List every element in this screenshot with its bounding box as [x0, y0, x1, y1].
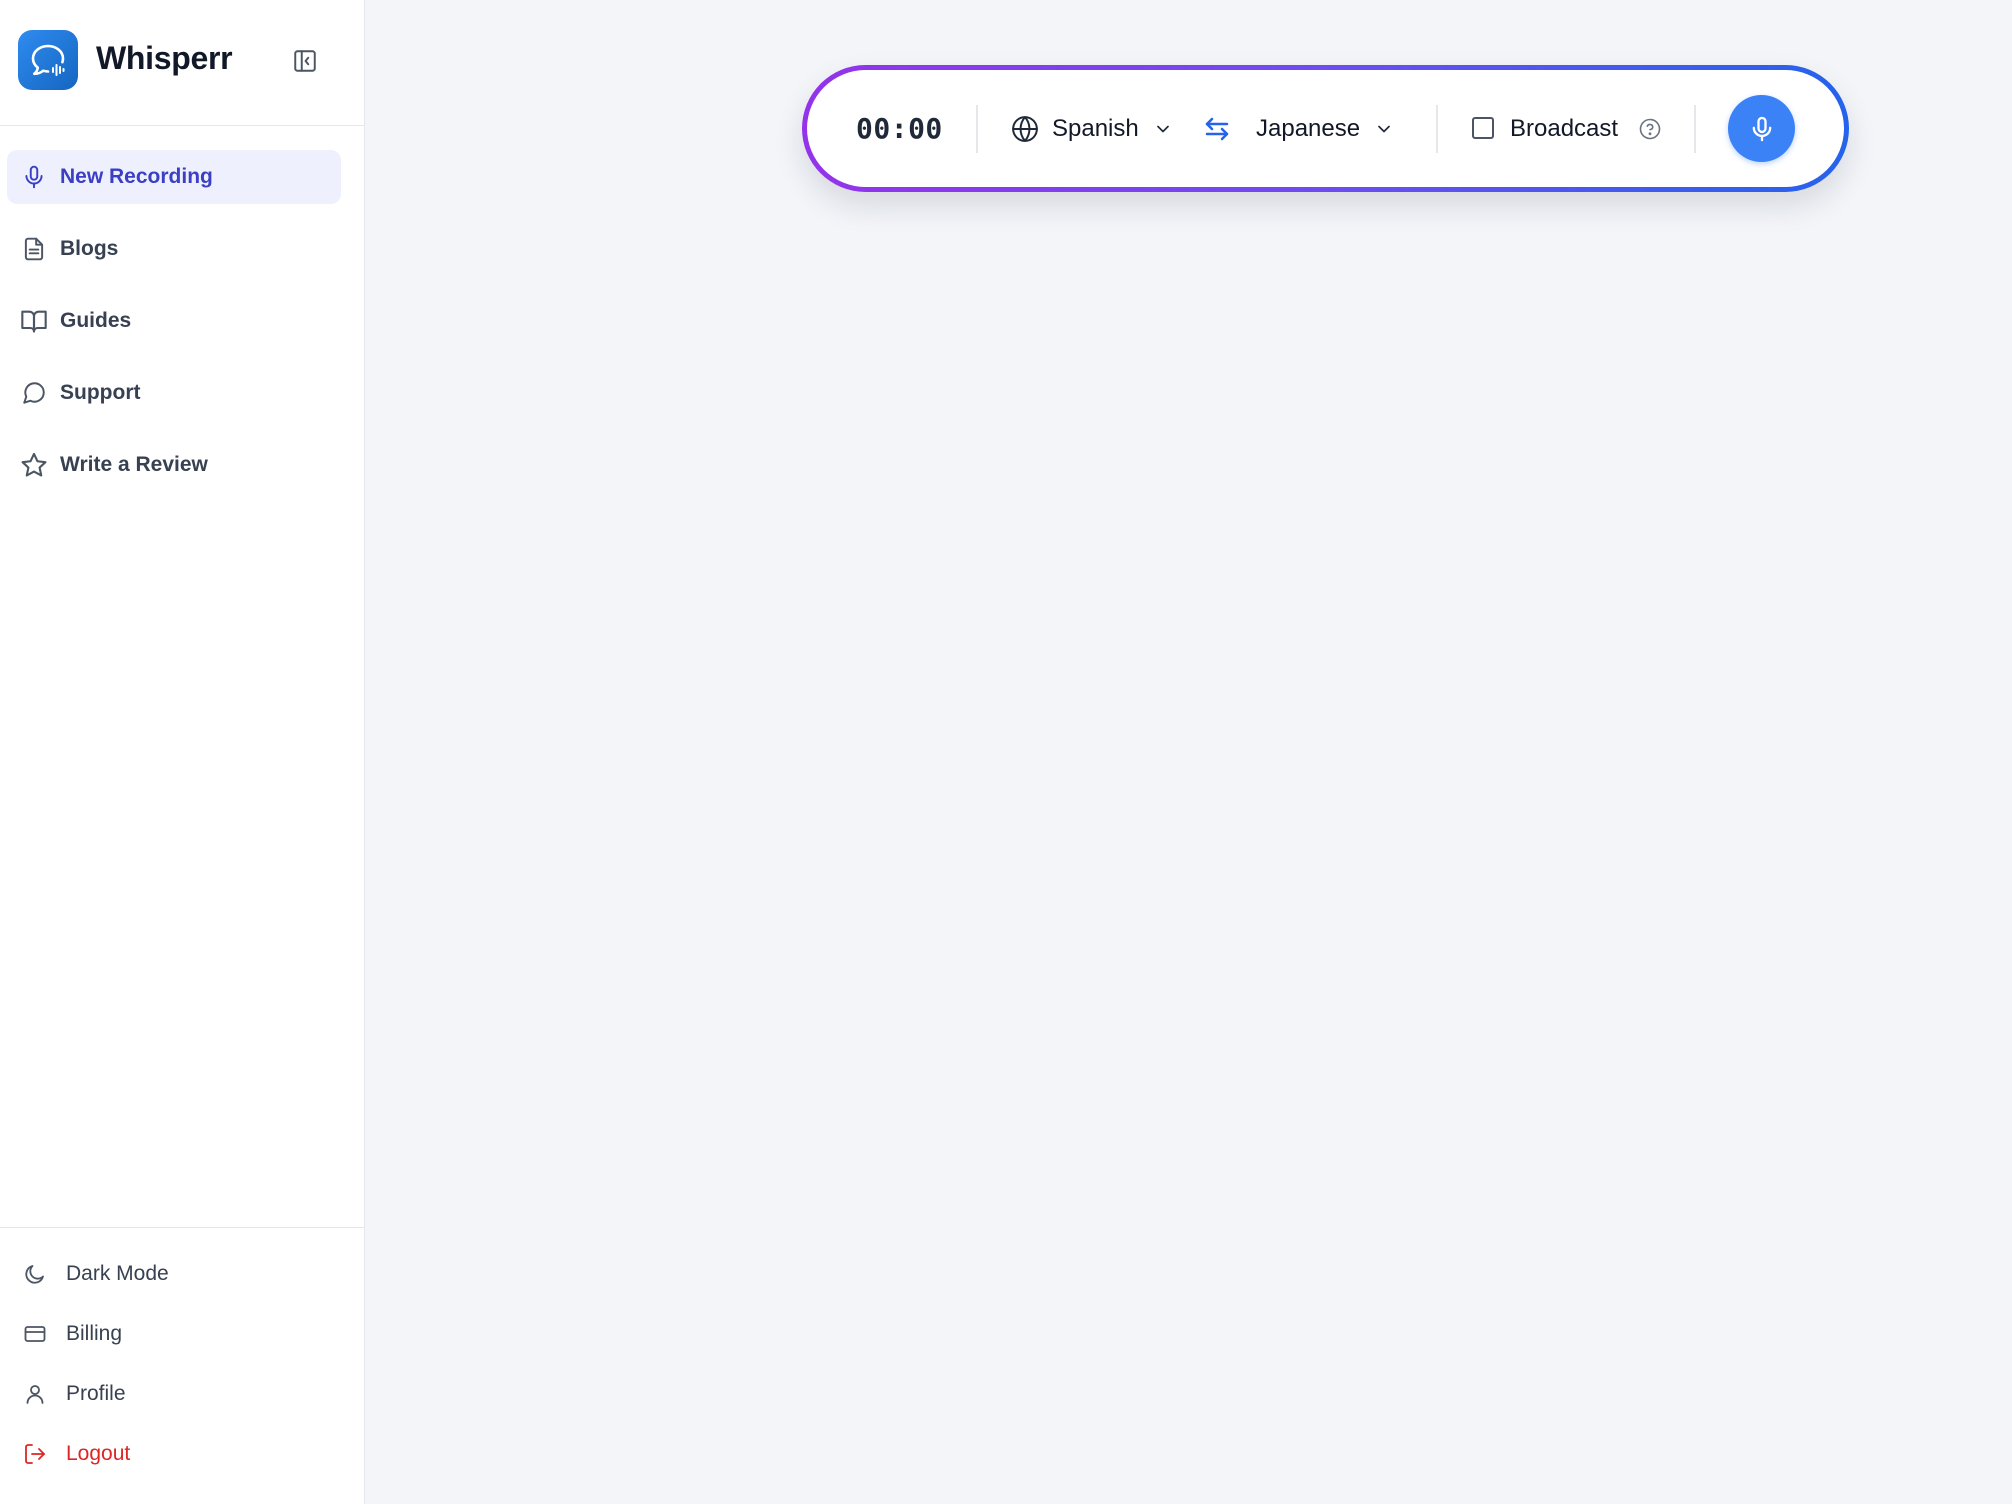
- profile-label: Profile: [66, 1382, 126, 1405]
- toolbar-divider: [1436, 105, 1438, 153]
- logout-button[interactable]: Logout: [20, 1432, 340, 1476]
- source-language-label: Spanish: [1052, 114, 1139, 142]
- billing-link[interactable]: Billing: [20, 1312, 340, 1356]
- toolbar-divider: [1694, 105, 1696, 153]
- broadcast-label: Broadcast: [1510, 114, 1619, 142]
- sidebar-item-blogs[interactable]: Blogs: [7, 222, 341, 276]
- document-icon: [19, 234, 49, 264]
- sidebar-item-new-recording[interactable]: New Recording: [7, 150, 341, 204]
- star-icon: [19, 450, 49, 480]
- sidebar: Whisperr New Recording Blogs Guides Supp…: [0, 0, 365, 1504]
- source-language-select[interactable]: Spanish: [1010, 70, 1173, 187]
- app-root: Whisperr New Recording Blogs Guides Supp…: [0, 0, 2012, 1504]
- microphone-icon: [1748, 115, 1776, 143]
- app-logo-icon[interactable]: [18, 30, 78, 90]
- swap-languages-icon[interactable]: [1200, 112, 1234, 146]
- moon-icon: [20, 1259, 50, 1289]
- logout-label: Logout: [66, 1442, 131, 1465]
- sidebar-brand: Whisperr: [0, 0, 365, 126]
- recording-timer: 00:00: [856, 112, 943, 145]
- dark-mode-label: Dark Mode: [66, 1262, 169, 1285]
- user-icon: [20, 1379, 50, 1409]
- book-open-icon: [19, 306, 49, 336]
- sidebar-item-write-review[interactable]: Write a Review: [7, 438, 341, 492]
- sidebar-item-label: Guides: [60, 309, 132, 332]
- broadcast-checkbox[interactable]: [1472, 117, 1494, 139]
- target-language-label: Japanese: [1256, 114, 1361, 142]
- sidebar-collapse-icon[interactable]: [290, 46, 320, 76]
- billing-label: Billing: [66, 1322, 123, 1345]
- sidebar-item-support[interactable]: Support: [7, 366, 341, 420]
- chevron-down-icon: [1374, 119, 1394, 139]
- globe-icon: [1010, 114, 1040, 144]
- sidebar-footer: Dark Mode Billing Profile Logout: [0, 1227, 365, 1504]
- sidebar-item-label: Blogs: [60, 237, 119, 260]
- chevron-down-icon: [1153, 119, 1173, 139]
- recording-toolbar-inner: 00:00 Spanish Japanese Broadcast: [807, 70, 1844, 187]
- target-language-select[interactable]: Japanese: [1256, 70, 1394, 187]
- toolbar-divider: [976, 105, 978, 153]
- microphone-icon: [19, 162, 49, 192]
- chat-bubble-icon: [19, 378, 49, 408]
- start-recording-button[interactable]: [1728, 95, 1795, 162]
- sidebar-item-label: Support: [60, 381, 141, 404]
- credit-card-icon: [20, 1319, 50, 1349]
- sidebar-item-label: Write a Review: [60, 453, 208, 476]
- help-icon[interactable]: [1636, 115, 1664, 143]
- dark-mode-toggle[interactable]: Dark Mode: [20, 1252, 340, 1296]
- sidebar-item-guides[interactable]: Guides: [7, 294, 341, 348]
- logout-icon: [20, 1439, 50, 1469]
- recording-toolbar: 00:00 Spanish Japanese Broadcast: [802, 65, 1849, 192]
- app-name: Whisperr: [96, 40, 233, 76]
- sidebar-item-label: New Recording: [60, 165, 213, 188]
- profile-link[interactable]: Profile: [20, 1372, 340, 1416]
